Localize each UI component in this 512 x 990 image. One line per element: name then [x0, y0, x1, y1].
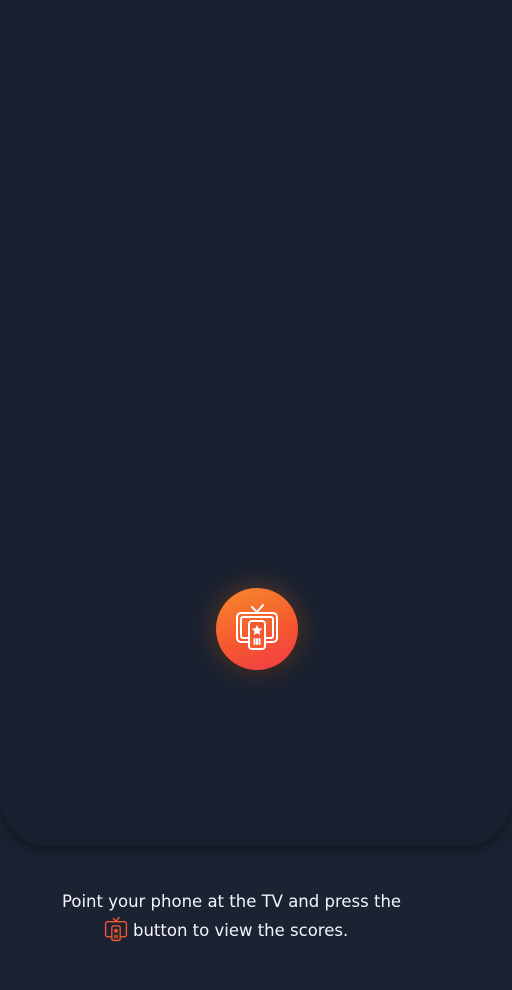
app-screen: Point your phone at the TV and press the… [0, 0, 512, 990]
instructions-line-1: Point your phone at the TV and press the [62, 892, 402, 911]
instructions-line-2-wrap: button to view the scores. [40, 916, 472, 945]
scan-tv-button[interactable] [216, 588, 298, 670]
instructions-line-2: button to view the scores. [133, 921, 349, 940]
instructions-text: Point your phone at the TV and press the… [40, 888, 472, 945]
camera-viewfinder [0, 0, 512, 846]
tv-remote-icon [232, 602, 282, 656]
tv-remote-icon [103, 916, 129, 942]
